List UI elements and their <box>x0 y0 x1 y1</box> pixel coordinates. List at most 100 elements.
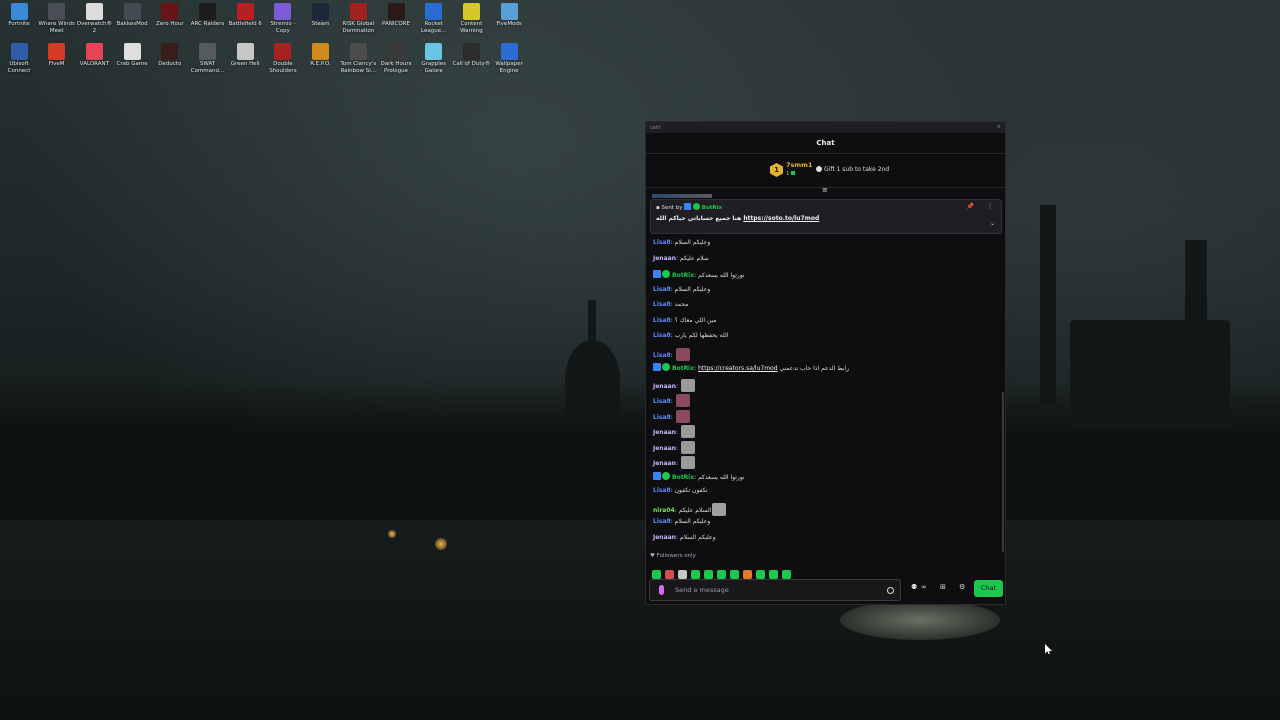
chat-username[interactable]: Lisa8 <box>653 332 671 339</box>
colon-separator: : <box>675 460 680 467</box>
chat-emote[interactable] <box>680 378 695 392</box>
app-icon <box>349 43 367 60</box>
desktop-icon[interactable]: Deducto <box>151 40 189 68</box>
desktop-icon[interactable]: RISK Global Domination <box>339 0 377 35</box>
desktop-icon[interactable]: PANICORE <box>377 0 415 28</box>
emote-button[interactable] <box>730 570 739 579</box>
mic-icon[interactable] <box>659 585 664 595</box>
chat-username[interactable]: Jenaan <box>653 534 676 541</box>
sub-leaderboard[interactable]: 1 7smm1 1 Gift 1 sub to take 2nd <box>646 154 1005 188</box>
app-icon <box>48 43 66 60</box>
chat-emote[interactable] <box>675 394 690 407</box>
close-icon[interactable]: × <box>997 124 1001 130</box>
chat-emote[interactable] <box>675 409 690 423</box>
desktop-icon-label: Zero Hour <box>155 21 184 27</box>
emote-button[interactable] <box>678 570 687 579</box>
chat-username[interactable]: Jenaan <box>653 460 676 467</box>
chat-username[interactable]: Lisa8 <box>653 487 671 494</box>
desktop-icon[interactable]: SWAT Command... <box>189 40 227 75</box>
emote-button[interactable] <box>743 570 752 579</box>
emote-button[interactable] <box>717 570 726 579</box>
desktop-icon[interactable]: Double Shoulders <box>264 40 302 75</box>
desktop-icon[interactable]: Battlefield 6 <box>226 0 264 28</box>
desktop-icon[interactable]: Call of Duty® <box>452 40 490 68</box>
desktop-icon-label: Ubisoft Connect <box>7 61 31 74</box>
desktop-icon[interactable]: BakkesMod <box>113 0 151 28</box>
desktop-icon[interactable]: Rocket League... <box>415 0 453 35</box>
leader-username[interactable]: 7smm1 <box>786 161 812 169</box>
chat-link[interactable]: https://creators.sa/lu7mod <box>698 365 777 372</box>
desktop-icon[interactable]: Zero Hour <box>151 0 189 28</box>
pinned-link[interactable]: https://soto.to/lu7mod <box>743 215 819 222</box>
chat-emote[interactable] <box>680 456 695 469</box>
infinity-icon[interactable]: ∞ <box>921 583 927 591</box>
chat-username[interactable]: Lisa8 <box>653 239 671 246</box>
chat-emote[interactable] <box>680 440 695 454</box>
desktop-icon[interactable]: Dark Hours Prologue <box>377 40 415 75</box>
desktop-icon[interactable]: Content Warning <box>452 0 490 35</box>
users-icon[interactable]: ⚉ <box>911 583 917 591</box>
pin-icon[interactable]: 📌 <box>967 203 974 210</box>
desktop-icon-label: Dark Hours Prologue <box>380 61 412 74</box>
leader-count: 1 <box>786 171 796 177</box>
desktop-icon[interactable]: Grapples Galore <box>415 40 453 75</box>
gear-icon[interactable]: ⚙ <box>959 583 965 591</box>
desktop-icon[interactable]: Wallpaper Engine <box>490 40 528 75</box>
chat-username[interactable]: nira04 <box>653 507 675 514</box>
chat-emote[interactable] <box>675 347 690 361</box>
chat-emote[interactable] <box>680 425 695 438</box>
desktop-icon[interactable]: Stremio - Copy <box>264 0 302 35</box>
chat-username[interactable]: Jenaan <box>653 255 676 262</box>
pinned-bot-name[interactable]: BotRix <box>702 205 722 211</box>
chat-message-text: مين اللي معاك ؟ <box>674 316 717 324</box>
desktop-icon[interactable]: Green Hell <box>226 40 264 68</box>
chat-username[interactable]: Jenaan <box>653 429 676 436</box>
desktop-icon[interactable]: Tom Clancy's Rainbow Si... <box>339 40 377 75</box>
desktop-icon[interactable]: R.E.P.O. <box>302 40 340 68</box>
emote-button[interactable] <box>704 570 713 579</box>
desktop-icon[interactable]: Where Winds Meet <box>38 0 76 35</box>
desktop-icon[interactable]: Overwatch® 2 <box>75 0 113 35</box>
emote-button[interactable] <box>756 570 765 579</box>
chat-username[interactable]: BotRix <box>672 272 694 279</box>
desktop-icon[interactable]: Ubisoft Connect <box>0 40 38 75</box>
chat-username[interactable]: Lisa8 <box>653 286 671 293</box>
chat-username[interactable]: BotRix <box>672 474 694 481</box>
chat-username[interactable]: Lisa8 <box>653 317 671 324</box>
chat-send-button[interactable]: Chat <box>974 580 1003 597</box>
more-options-icon[interactable]: ⋮ <box>987 203 993 210</box>
emoji-icon[interactable] <box>887 587 894 594</box>
chat-message: Lisa8: وعليكم السلام <box>653 518 993 534</box>
chat-username[interactable]: BotRix <box>672 365 694 372</box>
desktop-icon[interactable]: FiveM <box>38 40 76 68</box>
desktop-icon[interactable]: Fortnite <box>0 0 38 28</box>
emote-button[interactable] <box>769 570 778 579</box>
chat-message-text: نورتوا الله يسعدكم <box>698 272 745 279</box>
desktop-icon[interactable]: FiveMods <box>490 0 528 28</box>
chevron-down-icon[interactable]: ⌄ <box>990 220 995 227</box>
emote-button[interactable] <box>782 570 791 579</box>
chat-username[interactable]: Jenaan <box>653 383 676 390</box>
pinned-message[interactable]: ▪ Sent by BotRix هنا جميع حساباتي حياكم … <box>650 199 1002 234</box>
desktop-icon[interactable]: Crab Game <box>113 40 151 68</box>
collapse-icon[interactable]: ≡ <box>822 186 828 194</box>
desktop-icon[interactable]: VALORANT <box>75 40 113 68</box>
emote-button[interactable] <box>652 570 661 579</box>
desktop-icon[interactable]: ARC Raiders <box>189 0 227 28</box>
app-icon <box>48 3 66 20</box>
chat-username[interactable]: Lisa8 <box>653 352 671 359</box>
chat-username[interactable]: Lisa8 <box>653 414 671 421</box>
chat-input[interactable]: Send a message <box>649 579 901 601</box>
chat-scrollbar[interactable] <box>1002 392 1004 552</box>
chat-emote[interactable] <box>712 502 727 516</box>
gift-sub-prompt[interactable]: Gift 1 sub to take 2nd <box>816 166 889 173</box>
emote-button[interactable] <box>665 570 674 579</box>
emote-button[interactable] <box>691 570 700 579</box>
desktop-icon[interactable]: Steam <box>302 0 340 28</box>
chat-username[interactable]: Jenaan <box>653 445 676 452</box>
chat-username[interactable]: Lisa8 <box>653 518 671 525</box>
chat-username[interactable]: Lisa8 <box>653 301 671 308</box>
gift-box-icon[interactable]: ⊞ <box>940 583 946 591</box>
window-titlebar[interactable]: cah! × <box>646 122 1005 133</box>
chat-username[interactable]: Lisa8 <box>653 398 671 405</box>
